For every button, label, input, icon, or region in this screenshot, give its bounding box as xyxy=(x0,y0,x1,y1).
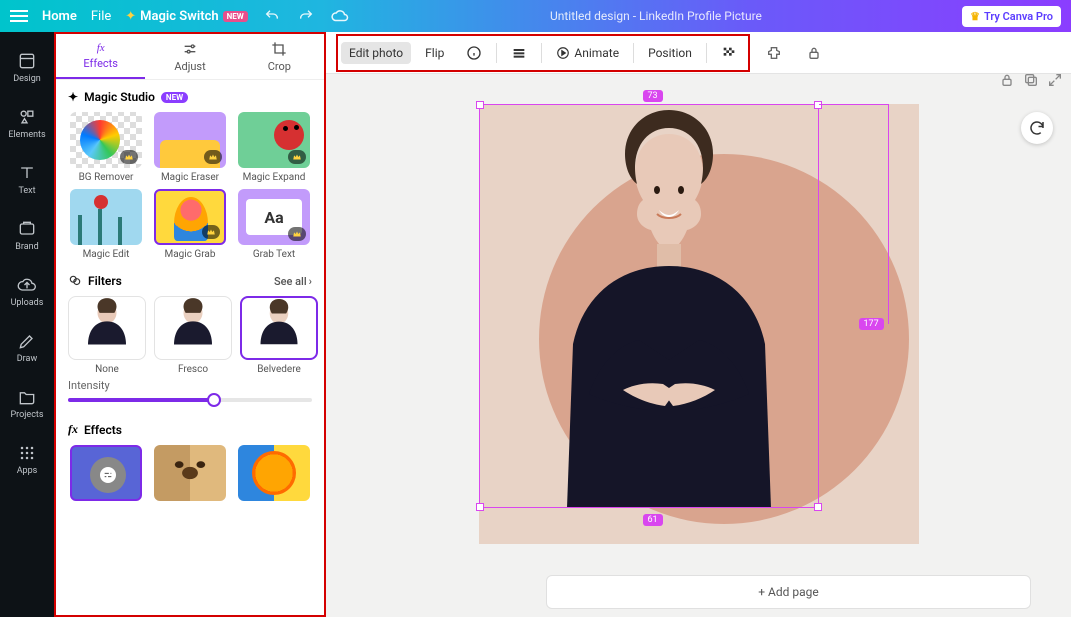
measure-top: 73 xyxy=(643,90,663,102)
effect-2[interactable] xyxy=(152,445,228,501)
effects-title: Effects xyxy=(84,423,122,437)
new-badge: NEW xyxy=(223,11,248,22)
crown-icon xyxy=(288,150,306,164)
rail-text[interactable]: Text xyxy=(0,154,54,204)
transparency-icon[interactable] xyxy=(713,41,745,65)
redo-icon[interactable] xyxy=(296,6,316,26)
toolbar-highlight: Edit photo Flip Animate Position xyxy=(336,34,750,72)
tool-magic-grab[interactable]: Magic Grab xyxy=(152,189,228,260)
tab-effects[interactable]: fx Effects xyxy=(56,34,145,79)
tab-adjust[interactable]: Adjust xyxy=(145,34,234,79)
panel-tabs: fx Effects Adjust Crop xyxy=(56,34,324,80)
align-icon[interactable] xyxy=(503,41,535,65)
tool-magic-edit[interactable]: Magic Edit xyxy=(68,189,144,260)
chevron-right-icon: › xyxy=(309,275,312,288)
rail-projects[interactable]: Projects xyxy=(0,378,54,428)
rail-brand[interactable]: Brand xyxy=(0,210,54,260)
file-link[interactable]: File xyxy=(91,9,111,24)
tool-grab-text[interactable]: Aa Grab Text xyxy=(236,189,312,260)
edit-panel: fx Effects Adjust Crop ✦ Magic Studio NE… xyxy=(54,32,326,617)
copy-style-icon[interactable] xyxy=(758,41,790,65)
sparkle-icon: ✦ xyxy=(68,90,78,104)
filter-belvedere[interactable]: Belvedere xyxy=(240,296,318,375)
undo-icon[interactable] xyxy=(262,6,282,26)
topbar-right: ♛ Try Canva Pro xyxy=(962,6,1061,27)
sliders-icon xyxy=(182,41,198,57)
filters-icon xyxy=(68,274,82,288)
crown-icon xyxy=(204,150,222,164)
rail-uploads[interactable]: Uploads xyxy=(0,266,54,316)
rail-design[interactable]: Design xyxy=(0,42,54,92)
info-icon[interactable] xyxy=(458,41,490,65)
hamburger-icon[interactable] xyxy=(10,15,28,17)
tool-magic-eraser[interactable]: Magic Eraser xyxy=(152,112,228,183)
context-toolbar: Edit photo Flip Animate Position xyxy=(326,32,1071,74)
intensity-slider-wrap: Intensity xyxy=(56,379,324,412)
filter-fresco[interactable]: Fresco xyxy=(154,296,232,375)
effects-section: fx Effects xyxy=(56,412,324,505)
animate-button[interactable]: Animate xyxy=(548,42,627,64)
tool-magic-expand[interactable]: Magic Expand xyxy=(236,112,312,183)
crown-icon xyxy=(288,227,306,241)
tool-bg-remover[interactable]: BG Remover xyxy=(68,112,144,183)
position-button[interactable]: Position xyxy=(640,42,700,64)
new-badge: NEW xyxy=(161,92,188,103)
rail-elements[interactable]: Elements xyxy=(0,98,54,148)
home-link[interactable]: Home xyxy=(42,9,77,24)
flip-button[interactable]: Flip xyxy=(417,42,452,64)
crop-icon xyxy=(271,41,287,57)
crown-icon: ♛ xyxy=(970,10,980,23)
rail-draw[interactable]: Draw xyxy=(0,322,54,372)
guide-right xyxy=(819,104,889,324)
edit-photo-button[interactable]: Edit photo xyxy=(341,42,411,64)
effect-3[interactable] xyxy=(236,445,312,501)
intensity-slider[interactable] xyxy=(68,398,312,402)
topbar: Home File ✦ Magic Switch NEW Untitled de… xyxy=(0,0,1071,32)
measure-bottom: 61 xyxy=(643,514,663,526)
magic-studio-title: Magic Studio xyxy=(84,90,155,104)
filter-none[interactable]: None xyxy=(68,296,146,375)
rail-apps[interactable]: Apps xyxy=(0,434,54,484)
magic-studio-section: ✦ Magic Studio NEW BG Remover xyxy=(56,80,324,264)
try-pro-button[interactable]: ♛ Try Canva Pro xyxy=(962,6,1061,27)
canvas-viewport[interactable]: 73 177 61 xyxy=(326,74,1071,567)
cloud-sync-icon[interactable] xyxy=(330,6,350,26)
design-page[interactable]: 73 177 61 xyxy=(479,104,919,544)
add-page-button[interactable]: + Add page xyxy=(546,575,1031,609)
effect-1[interactable] xyxy=(68,445,144,501)
crown-icon xyxy=(202,225,220,239)
document-title[interactable]: Untitled design - LinkedIn Profile Pictu… xyxy=(350,9,962,23)
magic-switch-button[interactable]: ✦ Magic Switch NEW xyxy=(125,9,248,24)
lock-icon[interactable] xyxy=(798,41,830,65)
side-rail: Design Elements Text Brand Uploads Draw … xyxy=(0,32,54,617)
effects-icon: fx xyxy=(97,42,105,54)
tab-crop[interactable]: Crop xyxy=(235,34,324,79)
intensity-label: Intensity xyxy=(68,379,312,392)
canvas-area: Edit photo Flip Animate Position xyxy=(326,32,1071,617)
filters-title: Filters xyxy=(88,274,122,288)
fx-icon: fx xyxy=(68,422,78,437)
filters-section: Filters See all › None Fresco xyxy=(56,264,324,379)
animate-icon xyxy=(556,46,570,60)
topbar-left: Home File ✦ Magic Switch NEW xyxy=(10,6,350,26)
measure-right: 177 xyxy=(859,318,884,330)
selection-box[interactable] xyxy=(479,104,819,508)
see-all-button[interactable]: See all › xyxy=(274,275,312,288)
crown-icon xyxy=(120,150,138,164)
